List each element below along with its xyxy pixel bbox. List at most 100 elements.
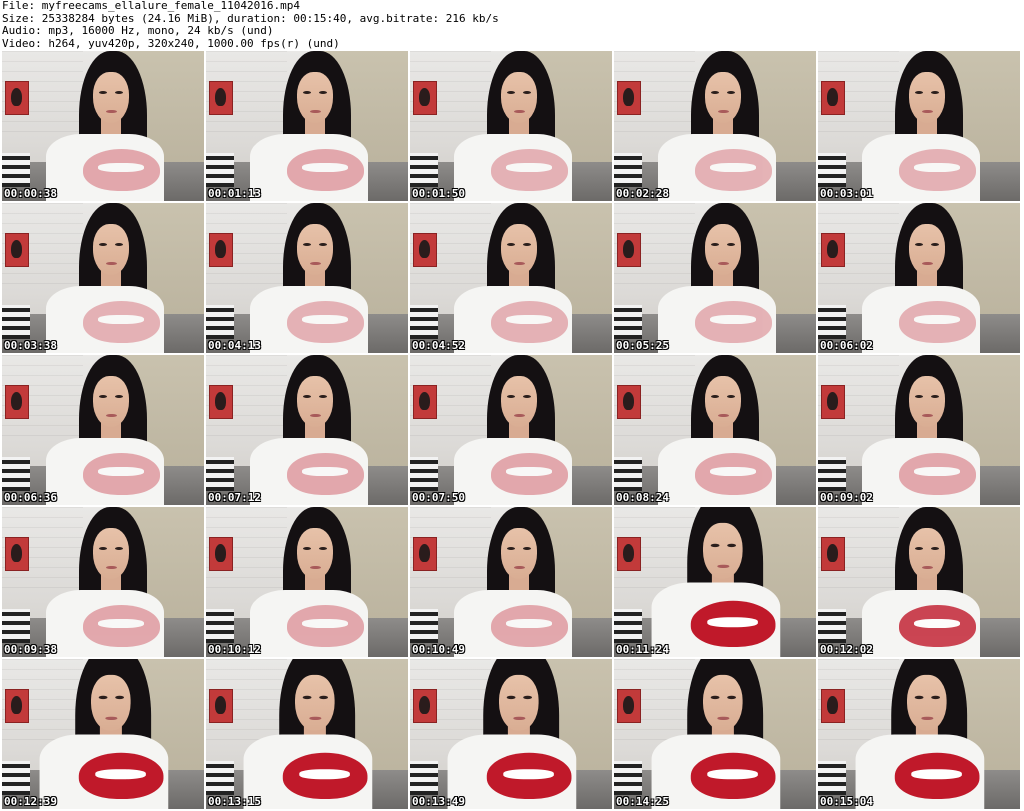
lips xyxy=(921,109,933,114)
eye xyxy=(930,547,939,551)
face xyxy=(906,674,947,731)
eye xyxy=(522,696,532,700)
video-frame-thumbnail: 00:09:38 xyxy=(2,507,204,657)
eye xyxy=(303,91,312,95)
eye xyxy=(711,243,720,247)
video-frame-thumbnail: 00:08:24 xyxy=(614,355,816,505)
shirt-lips-print xyxy=(82,148,160,191)
wall-poster xyxy=(209,233,233,267)
wall-poster xyxy=(209,537,233,571)
lips xyxy=(921,413,933,418)
eye xyxy=(318,91,327,95)
shirt-lips-print xyxy=(490,300,568,343)
frame-timestamp: 00:04:52 xyxy=(412,339,465,352)
frame-timestamp: 00:10:12 xyxy=(208,643,261,656)
wall-poster xyxy=(821,689,845,723)
video-frame-thumbnail: 00:10:12 xyxy=(206,507,408,657)
eye xyxy=(915,243,924,247)
wall-poster xyxy=(5,81,29,115)
frame-timestamp: 00:01:50 xyxy=(412,187,465,200)
shirt-lips-print xyxy=(82,604,160,647)
eye xyxy=(302,696,311,700)
eye xyxy=(914,696,923,700)
face xyxy=(704,376,742,427)
wall-poster xyxy=(209,689,233,723)
lips xyxy=(309,413,321,418)
face xyxy=(294,674,335,731)
frame-timestamp: 00:12:39 xyxy=(4,795,57,808)
bed-frame xyxy=(614,457,642,491)
face xyxy=(702,674,743,731)
video-frame-thumbnail: 00:12:39 xyxy=(2,659,204,809)
video-frame-thumbnail: 00:06:36 xyxy=(2,355,204,505)
eye xyxy=(915,395,924,399)
eye xyxy=(99,395,108,399)
video-frame-thumbnail: 00:01:13 xyxy=(206,51,408,201)
lips xyxy=(513,109,525,114)
wall-poster xyxy=(5,689,29,723)
wall-poster xyxy=(821,233,845,267)
eye xyxy=(114,243,123,247)
eye xyxy=(930,243,939,247)
bed-frame xyxy=(614,609,642,643)
frame-timestamp: 00:01:13 xyxy=(208,187,261,200)
eye xyxy=(522,91,531,95)
lips xyxy=(309,565,321,570)
file-name-line: File: myfreecams_ellalure_female_1104201… xyxy=(2,0,301,12)
wall-poster xyxy=(5,385,29,419)
lips xyxy=(309,109,321,114)
video-frame-thumbnail: 00:15:04 xyxy=(818,659,1020,809)
face xyxy=(296,528,334,579)
eye xyxy=(303,547,312,551)
wall-poster xyxy=(821,385,845,419)
video-frame-thumbnail: 00:11:24 xyxy=(614,507,816,657)
video-frame-thumbnail: 00:07:12 xyxy=(206,355,408,505)
face xyxy=(92,528,130,579)
bed-frame xyxy=(206,305,234,339)
shirt-lips-print xyxy=(286,300,364,343)
lips xyxy=(308,716,321,721)
video-frame-thumbnail: 00:06:02 xyxy=(818,203,1020,353)
frame-timestamp: 00:11:24 xyxy=(616,643,669,656)
eye xyxy=(114,547,123,551)
shirt-lips-print xyxy=(690,600,776,647)
face xyxy=(908,376,946,427)
lips xyxy=(717,413,729,418)
face xyxy=(500,528,538,579)
video-frame-thumbnail: 00:10:49 xyxy=(410,507,612,657)
frame-timestamp: 00:10:49 xyxy=(412,643,465,656)
eye xyxy=(915,547,924,551)
frame-timestamp: 00:14:25 xyxy=(616,795,669,808)
shirt-lips-print xyxy=(898,452,976,495)
face xyxy=(704,72,742,123)
face xyxy=(92,72,130,123)
eye xyxy=(522,547,531,551)
wall-poster xyxy=(413,385,437,419)
eye xyxy=(318,243,327,247)
frame-timestamp: 00:07:12 xyxy=(208,491,261,504)
wall-poster xyxy=(413,537,437,571)
frame-timestamp: 00:00:38 xyxy=(4,187,57,200)
frame-timestamp: 00:06:02 xyxy=(820,339,873,352)
bed-frame xyxy=(614,153,642,187)
eye xyxy=(726,544,736,548)
lips xyxy=(513,413,525,418)
bed-frame xyxy=(818,457,846,491)
eye xyxy=(114,696,124,700)
eye xyxy=(711,91,720,95)
bed-frame xyxy=(2,457,30,491)
shirt-lips-print xyxy=(898,300,976,343)
bed-frame xyxy=(410,457,438,491)
shirt-lips-print xyxy=(898,604,976,647)
face xyxy=(296,376,334,427)
shirt-lips-print xyxy=(490,604,568,647)
eye xyxy=(726,395,735,399)
wall-poster xyxy=(5,233,29,267)
shirt-lips-print xyxy=(486,752,572,799)
bed-frame xyxy=(818,761,846,795)
thumbnail-grid: 00:00:38 00:01:13 00:01:50 00:02:28 00:03:01… xyxy=(2,51,1022,811)
bed-frame xyxy=(614,761,642,795)
wall-poster xyxy=(821,81,845,115)
video-frame-thumbnail: 00:04:52 xyxy=(410,203,612,353)
face xyxy=(498,674,539,731)
